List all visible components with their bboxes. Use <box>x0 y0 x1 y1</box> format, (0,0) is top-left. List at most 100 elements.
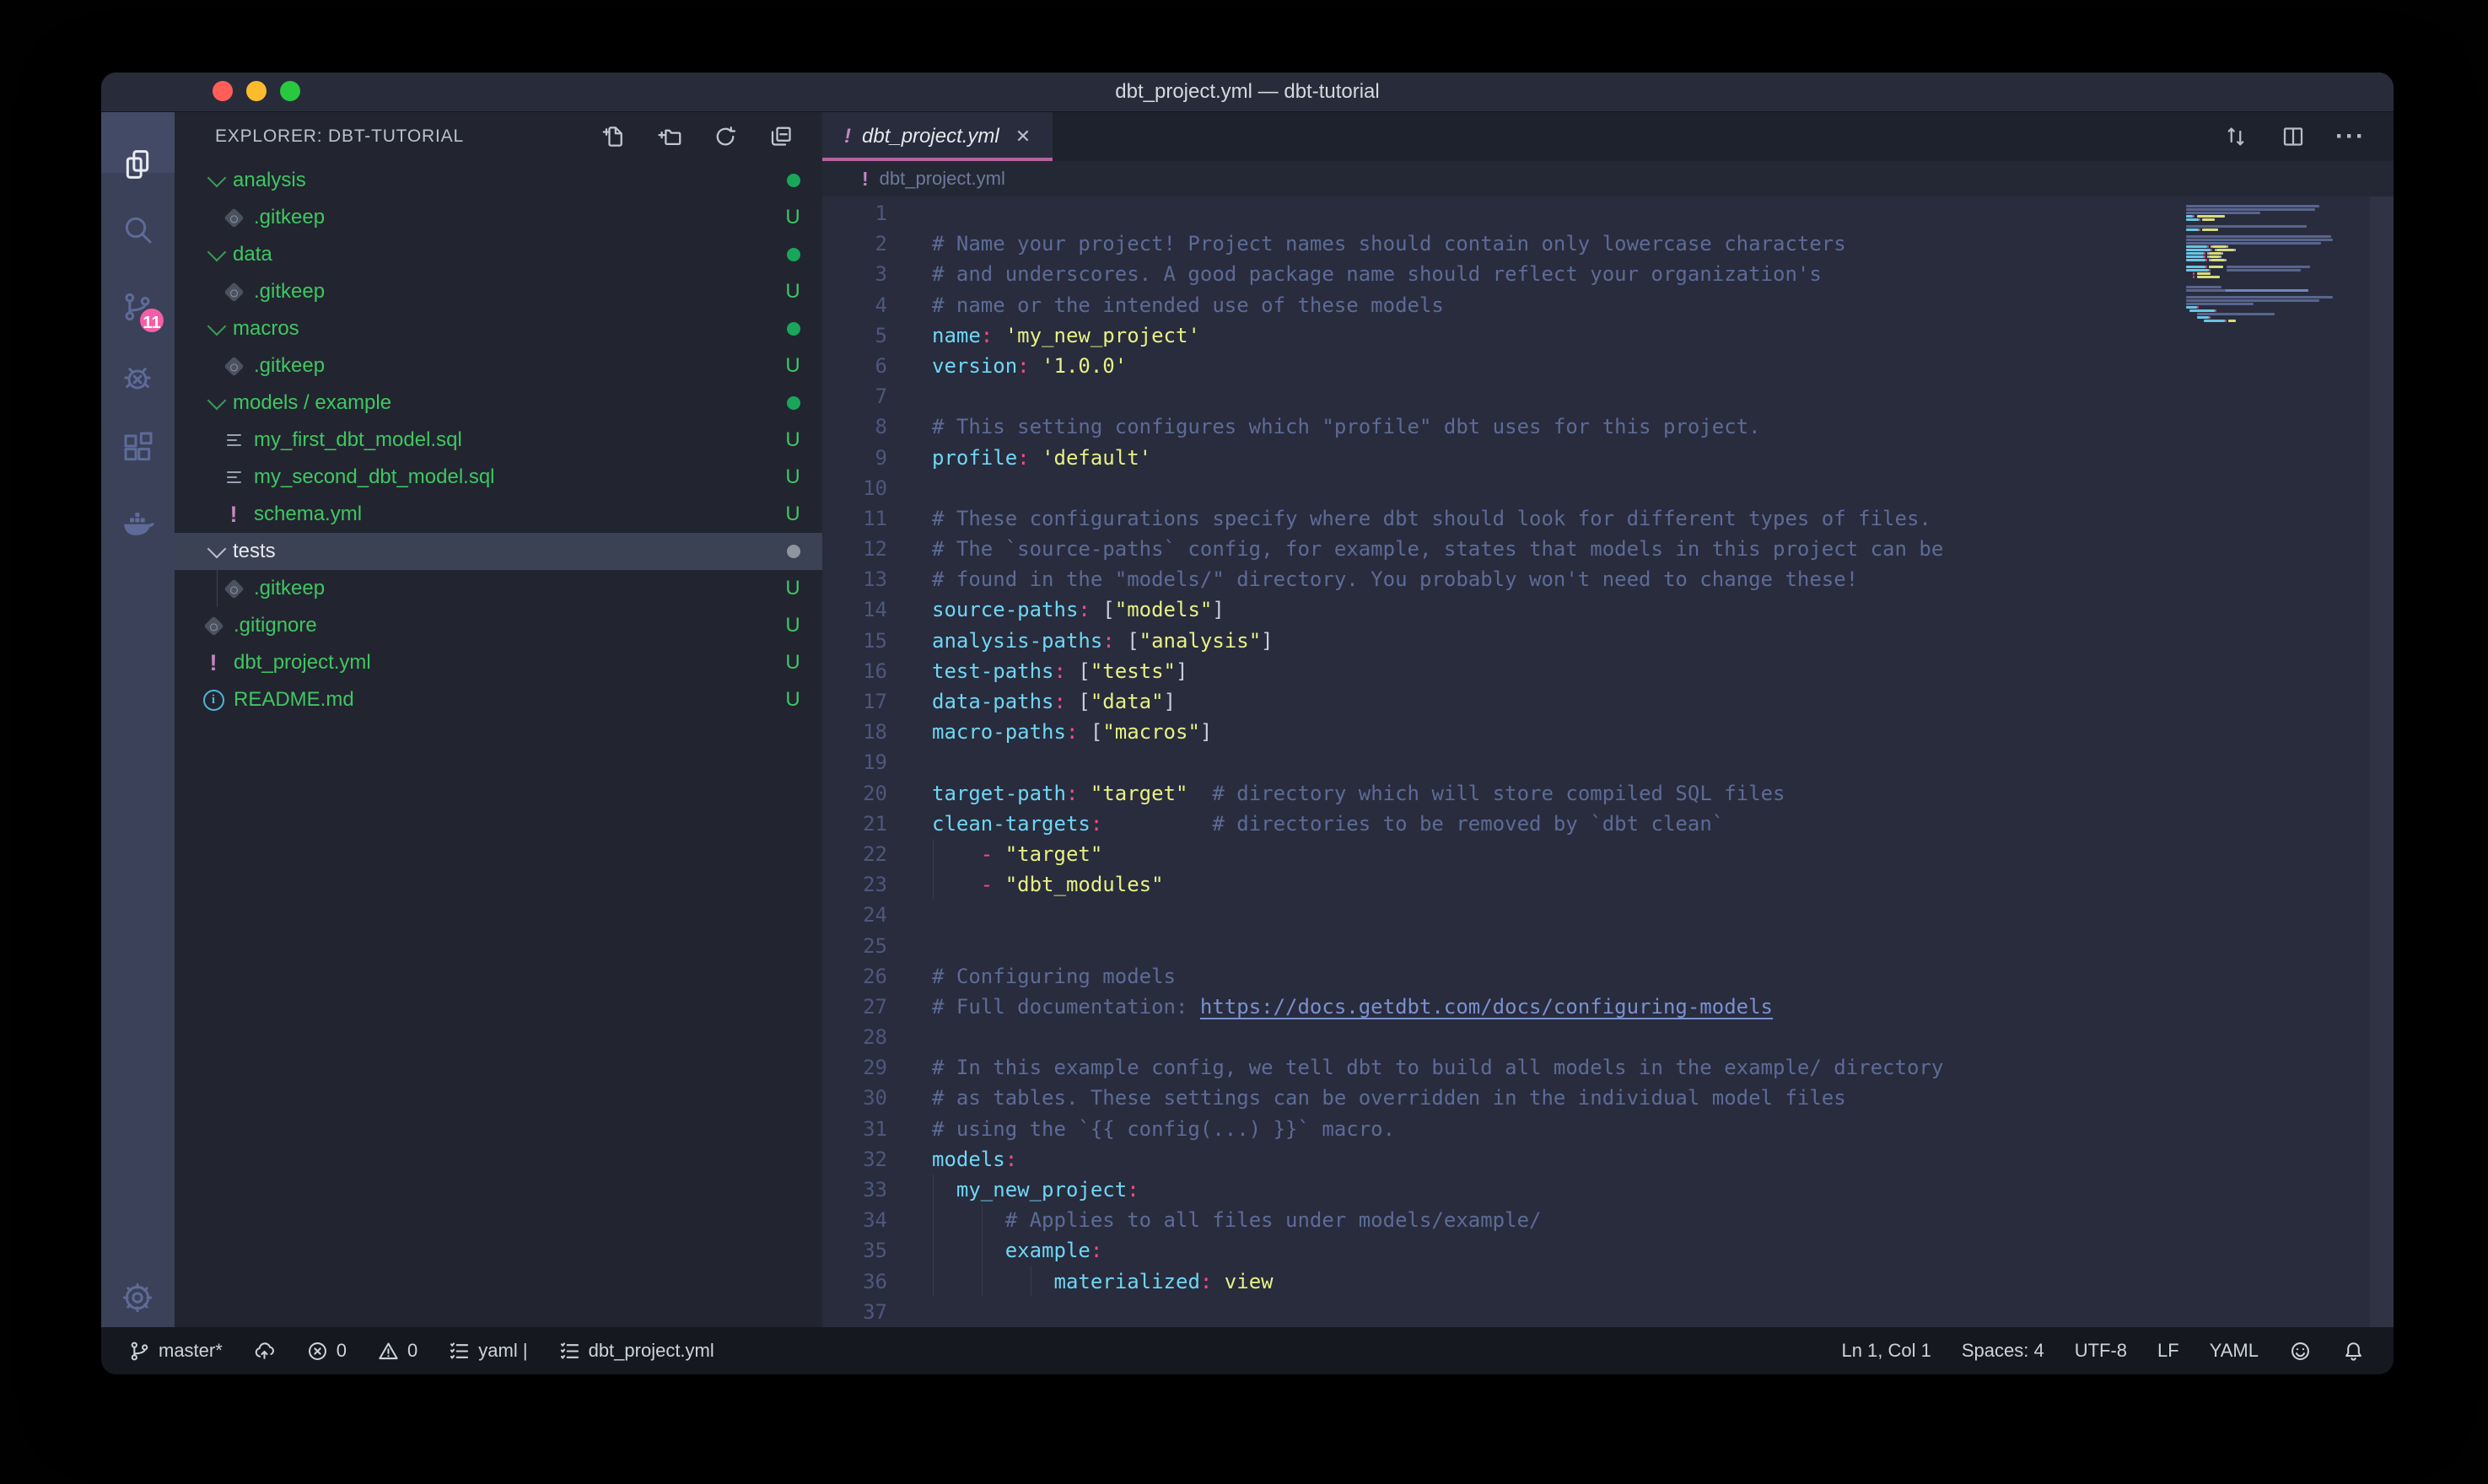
status-encoding[interactable]: UTF-8 <box>2075 1340 2127 1362</box>
explorer-header: EXPLORER: DBT-TUTORIAL <box>175 112 822 161</box>
code-editor[interactable]: 12# Name your project! Project names sho… <box>822 196 2394 1327</box>
line-number: 7 <box>822 381 887 411</box>
indent-guide <box>933 1205 934 1235</box>
activity-item-explorer[interactable] <box>116 142 159 186</box>
activity-item-docker[interactable] <box>116 502 159 546</box>
chevron-down-icon <box>207 243 227 262</box>
tree-item-schema-yml[interactable]: !schema.ymlU <box>175 496 822 533</box>
line-number: 27 <box>822 992 887 1022</box>
status-cursor-position[interactable]: Ln 1, Col 1 <box>1841 1340 1931 1362</box>
more-actions-icon[interactable]: ··· <box>2333 119 2368 154</box>
code-line: 5name: 'my_new_project' <box>822 320 2394 351</box>
new-file-icon[interactable] <box>596 119 632 154</box>
status-error-count[interactable]: 0 <box>306 1340 347 1363</box>
activity-item-source-control[interactable]: 11 <box>116 285 159 329</box>
tree-item--gitkeep[interactable]: .gitkeepU <box>175 570 822 607</box>
refresh-icon[interactable] <box>708 119 743 154</box>
status-branch-indicator[interactable]: master* <box>128 1340 223 1363</box>
tree-item-models-example[interactable]: models / example <box>175 384 822 422</box>
line-number: 26 <box>822 961 887 992</box>
status-warning-count[interactable]: 0 <box>377 1340 417 1363</box>
status-outline-file[interactable]: dbt_project.yml <box>558 1340 714 1363</box>
code-line: 35 example: <box>822 1235 2394 1266</box>
git-branch-icon <box>128 1340 151 1363</box>
tree-item--gitkeep[interactable]: .gitkeepU <box>175 199 822 236</box>
breadcrumb-file[interactable]: dbt_project.yml <box>880 168 1005 190</box>
tab-close-icon[interactable]: ✕ <box>1015 126 1031 148</box>
code-line: 31# using the `{{ config(...) }}` macro. <box>822 1114 2394 1144</box>
warning-icon: ! <box>223 503 245 525</box>
status-feedback[interactable] <box>2289 1340 2312 1363</box>
line-number: 37 <box>822 1297 887 1327</box>
extensions-icon <box>121 431 154 465</box>
code-line: 11# These configurations specify where d… <box>822 503 2394 534</box>
line-number: 19 <box>822 747 887 777</box>
activity-item-search[interactable] <box>116 207 159 251</box>
gear-icon <box>121 1281 154 1315</box>
line-number: 9 <box>822 443 887 473</box>
bug-icon <box>121 361 154 395</box>
tree-item-macros[interactable]: macros <box>175 310 822 347</box>
status-eol[interactable]: LF <box>2157 1340 2179 1362</box>
file-tree: analysis.gitkeepUdata.gitkeepUmacros.git… <box>175 162 822 718</box>
code-line: 16test-paths: ["tests"] <box>822 656 2394 686</box>
git-changes-dot <box>787 396 800 410</box>
tree-item-tests[interactable]: tests <box>175 533 822 570</box>
git-untracked-badge: U <box>782 577 804 600</box>
open-changes-icon[interactable] <box>2218 119 2254 154</box>
tree-item--gitkeep[interactable]: .gitkeepU <box>175 273 822 310</box>
status-label: master* <box>159 1340 223 1362</box>
code-line: 33 my_new_project: <box>822 1175 2394 1205</box>
git-file-icon <box>202 615 224 637</box>
cloud-upload-icon <box>253 1340 276 1363</box>
code-line: 20target-path: "target" # directory whic… <box>822 778 2394 809</box>
code-line: 19 <box>822 747 2394 777</box>
tree-item-label: models / example <box>233 391 391 415</box>
tree-item--gitignore[interactable]: .gitignoreU <box>175 607 822 644</box>
activity-item-extensions[interactable] <box>116 426 159 470</box>
git-untracked-badge: U <box>782 614 804 637</box>
tree-item-label: my_second_dbt_model.sql <box>254 465 495 489</box>
status-selection-mode[interactable]: yaml | <box>448 1340 527 1363</box>
code-line: 14source-paths: ["models"] <box>822 594 2394 625</box>
status-bar: master* 0 0 yaml | dbt_project.yml Ln 1, Col… <box>101 1327 2394 1374</box>
indent-guide <box>982 1235 983 1266</box>
tree-item-label: README.md <box>234 688 354 712</box>
window-title: dbt_project.yml — dbt-tutorial <box>101 73 2394 111</box>
tree-item-dbt-project-yml[interactable]: !dbt_project.ymlU <box>175 644 822 681</box>
tree-item-readme-md[interactable]: iREADME.mdU <box>175 681 822 718</box>
code-line: 1 <box>822 198 2394 229</box>
status-indentation[interactable]: Spaces: 4 <box>1962 1340 2044 1362</box>
breadcrumb[interactable]: ! dbt_project.yml <box>822 161 2394 196</box>
status-label: 0 <box>407 1340 417 1362</box>
warning-triangle-icon <box>377 1340 400 1363</box>
indent-guide <box>982 1205 983 1235</box>
tree-item-label: my_first_dbt_model.sql <box>254 428 462 452</box>
line-number: 10 <box>822 473 887 503</box>
status-notifications[interactable] <box>2342 1340 2365 1363</box>
status-publish-changes[interactable] <box>253 1340 276 1363</box>
tree-item-data[interactable]: data <box>175 236 822 273</box>
split-editor-icon[interactable] <box>2275 119 2311 154</box>
chevron-down-icon <box>207 540 227 559</box>
status-language-mode[interactable]: YAML <box>2210 1340 2259 1362</box>
search-icon <box>121 212 154 246</box>
collapse-all-icon[interactable] <box>763 119 799 154</box>
status-label: YAML <box>2210 1340 2259 1362</box>
tree-item-my-first-dbt-model-sql[interactable]: my_first_dbt_model.sqlU <box>175 422 822 459</box>
activity-bar: 11 <box>101 112 175 1327</box>
activity-item-settings[interactable] <box>116 1276 159 1320</box>
new-folder-icon[interactable] <box>652 119 687 154</box>
tree-item--gitkeep[interactable]: .gitkeepU <box>175 347 822 384</box>
list-selection-icon <box>448 1340 471 1363</box>
tree-item-my-second-dbt-model-sql[interactable]: my_second_dbt_model.sqlU <box>175 459 822 496</box>
indent-guide <box>217 570 218 607</box>
activity-item-debug[interactable] <box>116 356 159 400</box>
editor-scrollbar[interactable] <box>2370 196 2394 1327</box>
code-line: 18macro-paths: ["macros"] <box>822 717 2394 747</box>
tab-dbt-project-yml[interactable]: ! dbt_project.yml ✕ <box>822 112 1053 161</box>
git-changes-dot <box>787 248 800 261</box>
code-line: 10 <box>822 473 2394 503</box>
tree-item-analysis[interactable]: analysis <box>175 162 822 199</box>
code-line: 6version: '1.0.0' <box>822 351 2394 381</box>
